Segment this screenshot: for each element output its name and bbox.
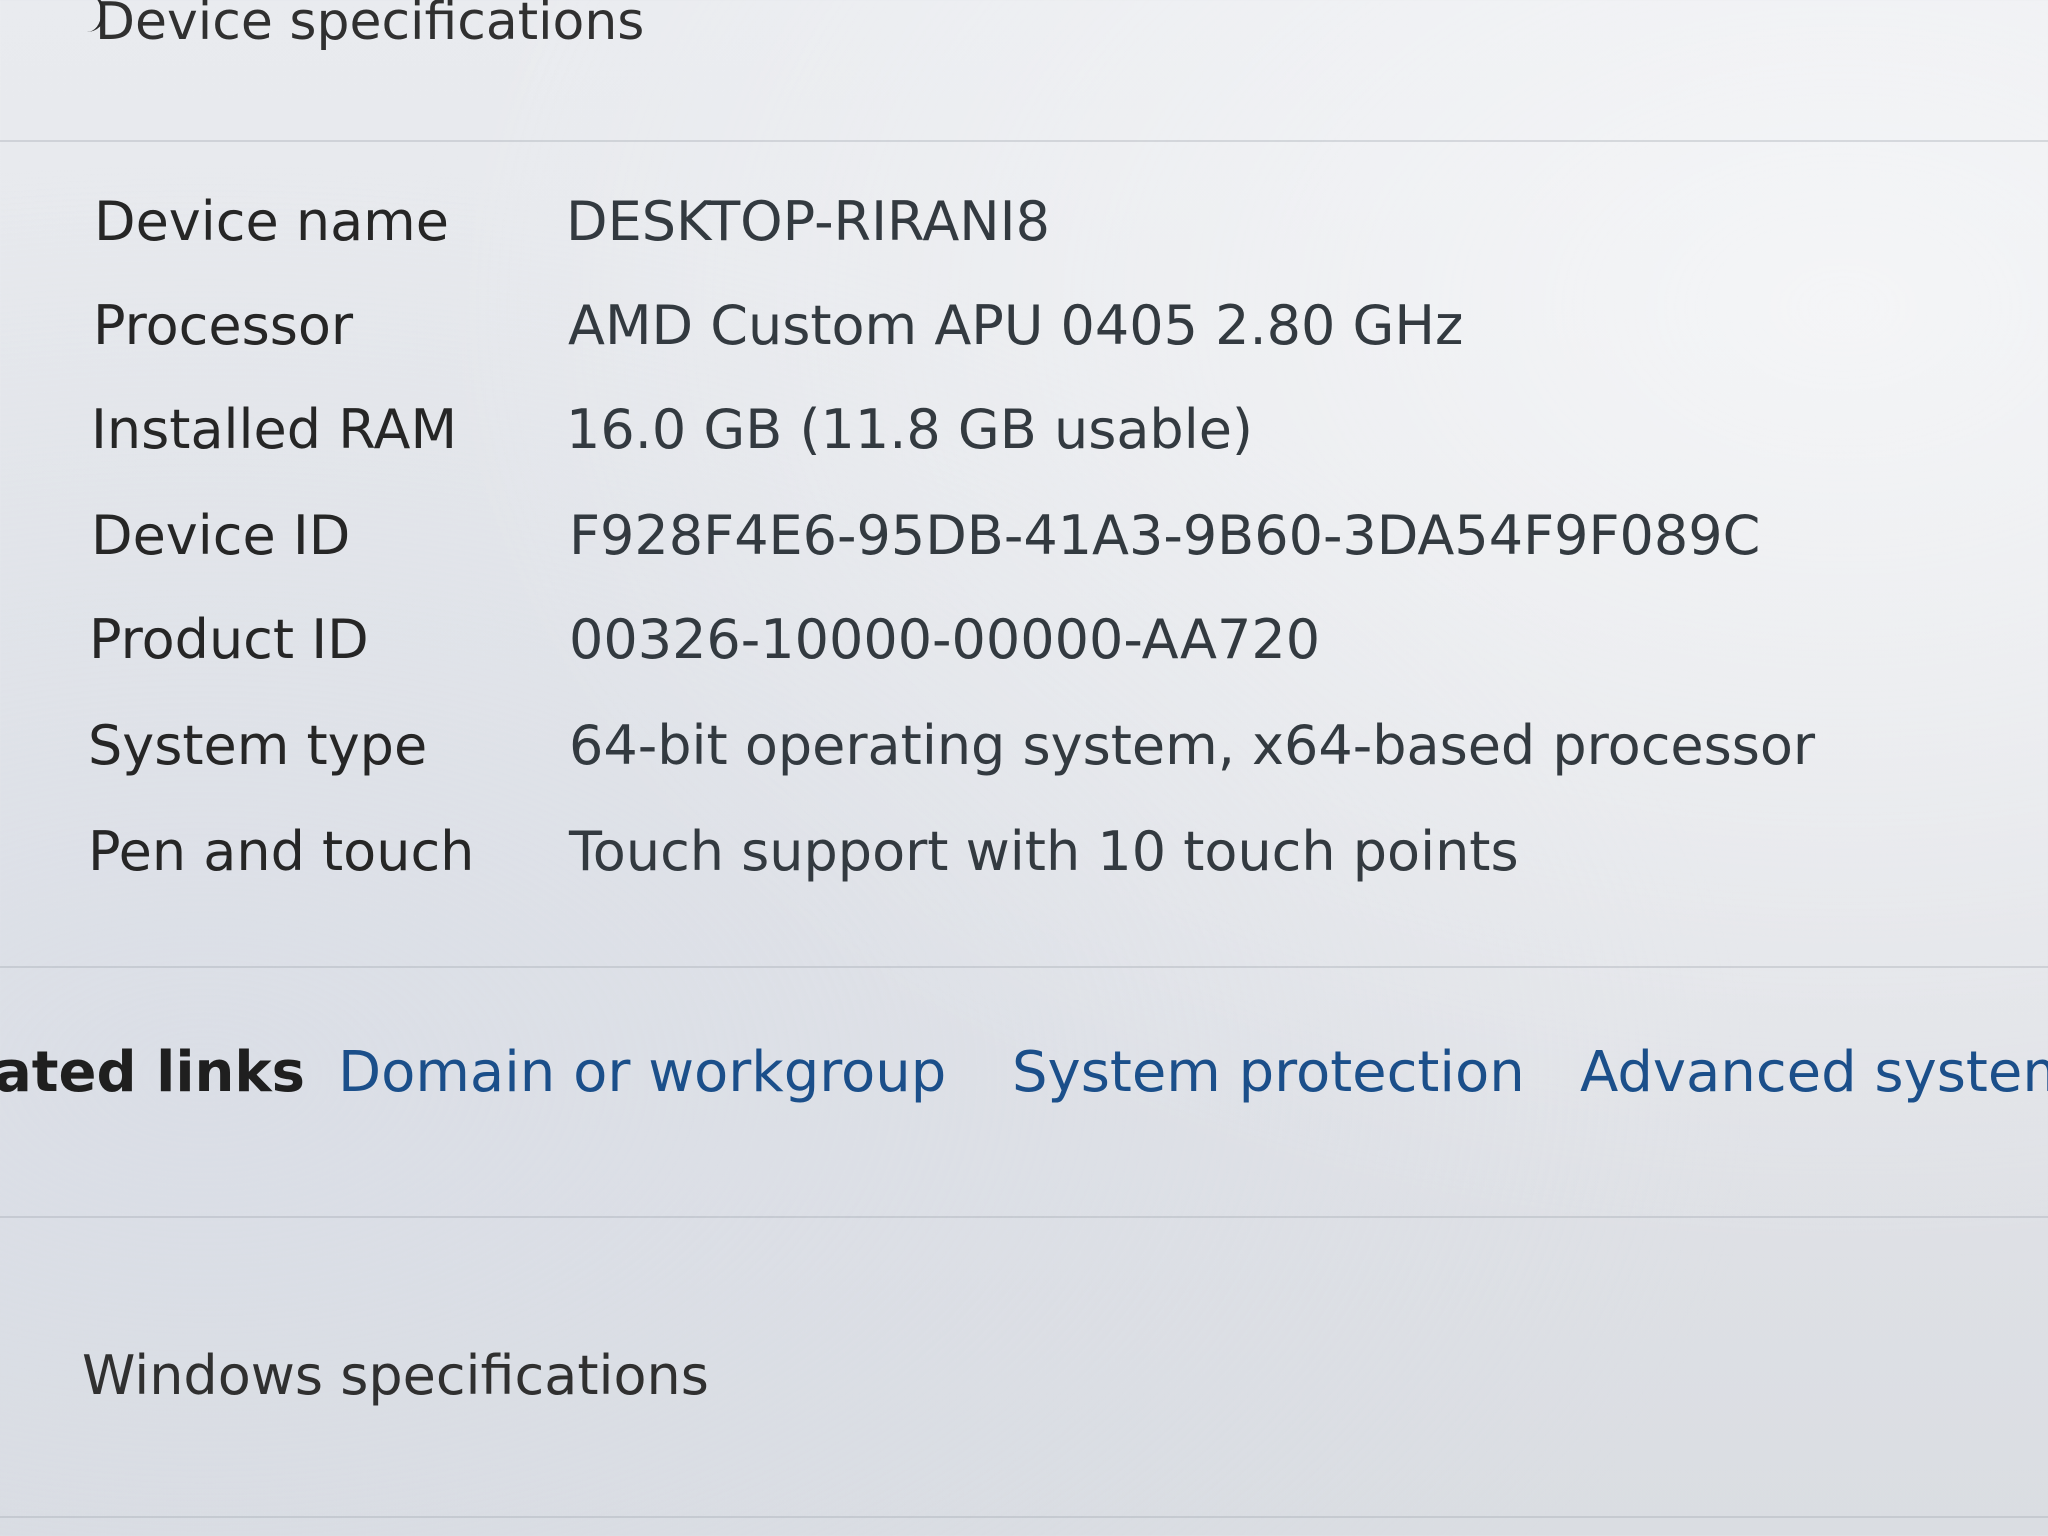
spec-row-installed-ram: Installed RAM 16.0 GB (11.8 GB usable) [91,398,1991,478]
spec-row-product-id: Product ID 00326-10000-00000-AA720 [89,608,1989,688]
spec-label: Product ID [89,608,369,671]
related-links-bar: ated links Domain or workgroup System pr… [0,1040,2048,1130]
spec-row-pen-and-touch: Pen and touch Touch support with 10 touc… [88,820,1988,900]
spec-row-device-name: Device name DESKTOP-RIRANI8 [94,190,1994,270]
spec-value: Touch support with 10 touch points [569,820,1519,883]
system-protection-link[interactable]: System protection [1012,1040,1525,1105]
spec-row-device-id: Device ID F928F4E6-95DB-41A3-9B60-3DA54F… [91,504,1991,584]
windows-specifications-header[interactable]: Windows specifications [82,1344,709,1407]
spec-row-system-type: System type 64-bit operating system, x64… [88,714,1988,794]
device-specifications-header[interactable]: Device specifications [95,0,644,52]
divider [0,966,2048,968]
spec-value: 00326-10000-00000-AA720 [569,608,1321,671]
spec-value: F928F4E6-95DB-41A3-9B60-3DA54F9F089C [569,504,1761,567]
spec-label: Processor [93,294,354,357]
related-links-title: ated links [0,1040,305,1105]
advanced-system-settings-link[interactable]: Advanced system [1580,1040,2048,1105]
device-specifications-title: Device specifications [95,0,645,52]
spec-value: DESKTOP-RIRANI8 [566,190,1050,253]
spec-value: 16.0 GB (11.8 GB usable) [566,398,1253,461]
spec-row-processor: Processor AMD Custom APU 0405 2.80 GHz [93,294,1993,374]
divider [0,140,2048,142]
spec-value: AMD Custom APU 0405 2.80 GHz [568,294,1464,357]
spec-label: Pen and touch [88,820,475,883]
spec-label: Installed RAM [91,398,458,461]
divider [0,1216,2048,1218]
spec-value: 64-bit operating system, x64-based proce… [569,714,1816,777]
domain-or-workgroup-link[interactable]: Domain or workgroup [338,1040,946,1105]
windows-specifications-title: Windows specifications [82,1344,709,1407]
spec-label: Device name [94,190,449,253]
spec-label: System type [88,714,428,777]
divider [0,1516,2048,1518]
spec-label: Device ID [91,504,351,567]
